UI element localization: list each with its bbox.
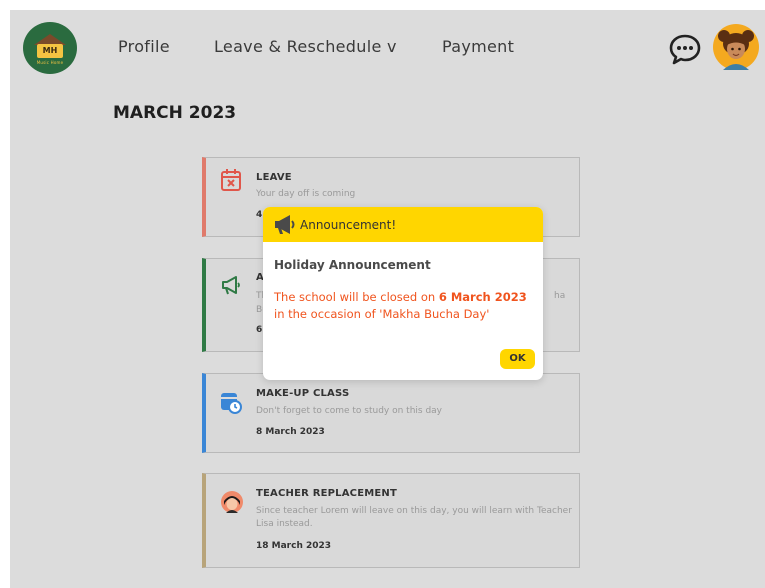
card-description: Your day off is coming <box>256 189 356 199</box>
card-date: 18 March 2023 <box>256 541 332 551</box>
modal-header-title: Announcement! <box>300 218 397 232</box>
card-title: TEACHER REPLACEMENT <box>256 488 398 499</box>
modal-header: Announcement! <box>263 207 543 242</box>
card-description-tail: ha <box>554 291 566 301</box>
ok-button[interactable]: OK <box>500 349 535 369</box>
card-description: Don't forget to come to study on this da… <box>256 406 443 416</box>
teacher-avatar-icon <box>221 491 243 513</box>
nav-leave-reschedule[interactable]: Leave & Reschedule v <box>214 37 397 59</box>
logo-initials: MH <box>37 44 63 58</box>
calendar-clock-icon <box>221 393 242 414</box>
modal-message-date: 6 March 2023 <box>438 290 527 304</box>
music-home-logo[interactable]: MH Music Home <box>23 22 77 74</box>
modal-subject: Holiday Announcement <box>274 258 431 272</box>
card-makeup-class[interactable]: MAKE-UP CLASS Don't forget to come to st… <box>202 373 580 453</box>
modal-message-after: in the occasion of 'Makha Bucha Day' <box>274 307 490 321</box>
modal-message-before: The school will be closed on <box>274 290 439 304</box>
card-title: LEAVE <box>256 172 292 183</box>
app-window: MH Music Home Profile Leave & Reschedule… <box>10 10 765 588</box>
modal-message: The school will be closed on 6 March 202… <box>274 289 540 323</box>
card-description: Since teacher Lorem will leave on this d… <box>256 506 572 529</box>
page-title: MARCH 2023 <box>113 103 237 123</box>
announcement-modal: Announcement! Holiday Announcement The s… <box>263 207 543 380</box>
card-title: MAKE-UP CLASS <box>256 388 350 399</box>
card-date: 4 <box>256 210 263 220</box>
logo-caption: Music Home <box>36 60 64 65</box>
calendar-x-icon <box>221 169 241 191</box>
card-date: 8 March 2023 <box>256 427 325 437</box>
nav-profile[interactable]: Profile <box>118 37 170 59</box>
card-date: 6 <box>256 325 263 335</box>
megaphone-icon <box>222 276 240 295</box>
megaphone-icon <box>275 215 295 234</box>
nav-payment[interactable]: Payment <box>442 37 514 59</box>
card-teacher-replacement[interactable]: TEACHER REPLACEMENT Since teacher Lorem … <box>202 473 580 568</box>
user-avatar[interactable] <box>713 24 759 70</box>
chat-bubble-icon[interactable] <box>668 33 702 65</box>
